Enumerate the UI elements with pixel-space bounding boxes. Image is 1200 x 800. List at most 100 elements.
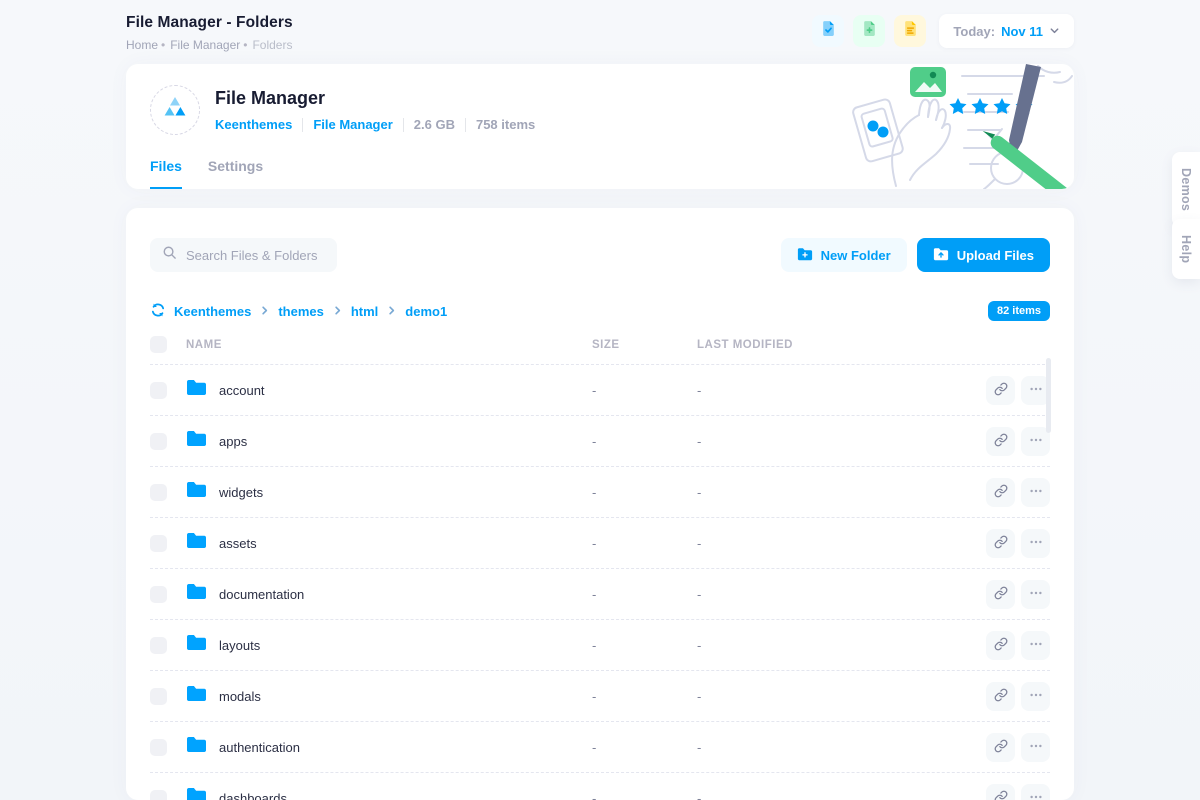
breadcrumb: Home• File Manager• Folders [126,38,293,52]
folder-name[interactable]: authentication [219,740,300,755]
table-scrollbar[interactable] [1046,358,1051,433]
folder-name[interactable]: layouts [219,638,260,653]
folder-plus-icon [797,247,813,264]
hero-title: File Manager [215,88,535,109]
folder-icon [186,685,207,707]
file-size: - [592,689,697,704]
row-checkbox[interactable] [150,790,167,800]
upload-files-button[interactable]: Upload Files [917,238,1050,272]
hero-link-file-manager[interactable]: File Manager [313,117,392,132]
folder-name[interactable]: assets [219,536,257,551]
hero-text: File Manager Keenthemes File Manager 2.6… [215,85,535,135]
table-header: NAME SIZE LAST MODIFIED [150,336,1050,365]
folder-name[interactable]: widgets [219,485,263,500]
file-size: - [592,791,697,800]
row-checkbox[interactable] [150,382,167,399]
date-prefix: Today: [953,24,995,39]
file-size: - [592,536,697,551]
folder-icon [186,634,207,656]
more-actions-button[interactable] [1021,784,1050,800]
last-modified: - [697,740,975,755]
folder-icon [186,736,207,758]
copy-link-button[interactable] [986,580,1015,609]
table-row: apps - - [150,416,1050,467]
sync-icon[interactable] [150,302,166,321]
path-keenthemes[interactable]: Keenthemes [174,304,251,319]
copy-link-button[interactable] [986,631,1015,660]
more-actions-button[interactable] [1021,631,1050,660]
folder-name[interactable]: account [219,383,265,398]
folder-name[interactable]: modals [219,689,261,704]
more-actions-button[interactable] [1021,478,1050,507]
copy-link-button[interactable] [986,784,1015,800]
date-value: Nov 11 [1001,24,1043,39]
new-folder-button[interactable]: New Folder [781,238,907,272]
breadcrumb-home[interactable]: Home [126,38,158,52]
folder-path: Keenthemes themes html demo1 [150,302,447,321]
tab-files[interactable]: Files [150,158,182,189]
topbar: File Manager - Folders Home• File Manage… [126,0,1074,64]
path-themes[interactable]: themes [278,304,324,319]
link-icon [994,484,1008,501]
hero-link-keenthemes[interactable]: Keenthemes [215,117,292,132]
path-html[interactable]: html [351,304,378,319]
copy-link-button[interactable] [986,478,1015,507]
row-checkbox[interactable] [150,688,167,705]
copy-link-button[interactable] [986,427,1015,456]
help-side-tab[interactable]: Help [1172,219,1200,279]
hero-meta: Keenthemes File Manager 2.6 GB 758 items [215,117,535,132]
path-demo1[interactable]: demo1 [405,304,447,319]
search-input[interactable] [186,248,325,263]
column-size: SIZE [592,339,697,351]
chevron-down-icon [1049,24,1060,39]
row-checkbox[interactable] [150,484,167,501]
hero-tabs: Files Settings [150,158,263,189]
breadcrumb-file-manager[interactable]: File Manager [170,38,240,52]
date-picker-button[interactable]: Today: Nov 11 [939,14,1074,48]
table-row: dashboards - - [150,773,1050,800]
file-lines-button[interactable] [894,15,926,47]
separator [302,118,303,132]
copy-link-button[interactable] [986,682,1015,711]
search-box [150,238,337,272]
copy-link-button[interactable] [986,529,1015,558]
separator [403,118,404,132]
more-actions-button[interactable] [1021,682,1050,711]
more-actions-button[interactable] [1021,733,1050,762]
file-size: - [592,587,697,602]
file-plus-button[interactable] [853,15,885,47]
folder-name[interactable]: apps [219,434,247,449]
file-check-button[interactable] [812,15,844,47]
ellipsis-icon [1029,637,1043,654]
row-checkbox[interactable] [150,586,167,603]
row-checkbox[interactable] [150,739,167,756]
table-row: documentation - - [150,569,1050,620]
ellipsis-icon [1029,433,1043,450]
row-checkbox[interactable] [150,637,167,654]
last-modified: - [697,434,975,449]
file-size: - [592,434,697,449]
row-checkbox[interactable] [150,433,167,450]
ellipsis-icon [1029,382,1043,399]
last-modified: - [697,638,975,653]
path-row: Keenthemes themes html demo1 82 items [150,301,1050,321]
folder-name[interactable]: dashboards [219,791,287,800]
topbar-actions: Today: Nov 11 [812,14,1074,48]
more-actions-button[interactable] [1021,580,1050,609]
link-icon [994,688,1008,705]
folder-name[interactable]: documentation [219,587,304,602]
avatar [150,85,200,135]
copy-link-button[interactable] [986,376,1015,405]
row-checkbox[interactable] [150,535,167,552]
demos-side-tab[interactable]: Demos [1172,152,1200,227]
link-icon [994,535,1008,552]
link-icon [994,586,1008,603]
copy-link-button[interactable] [986,733,1015,762]
last-modified: - [697,485,975,500]
hero-illustration [840,64,1074,189]
more-actions-button[interactable] [1021,529,1050,558]
ellipsis-icon [1029,484,1043,501]
select-all-checkbox[interactable] [150,336,167,353]
tab-settings[interactable]: Settings [208,158,263,189]
breadcrumb-current: Folders [252,38,292,52]
